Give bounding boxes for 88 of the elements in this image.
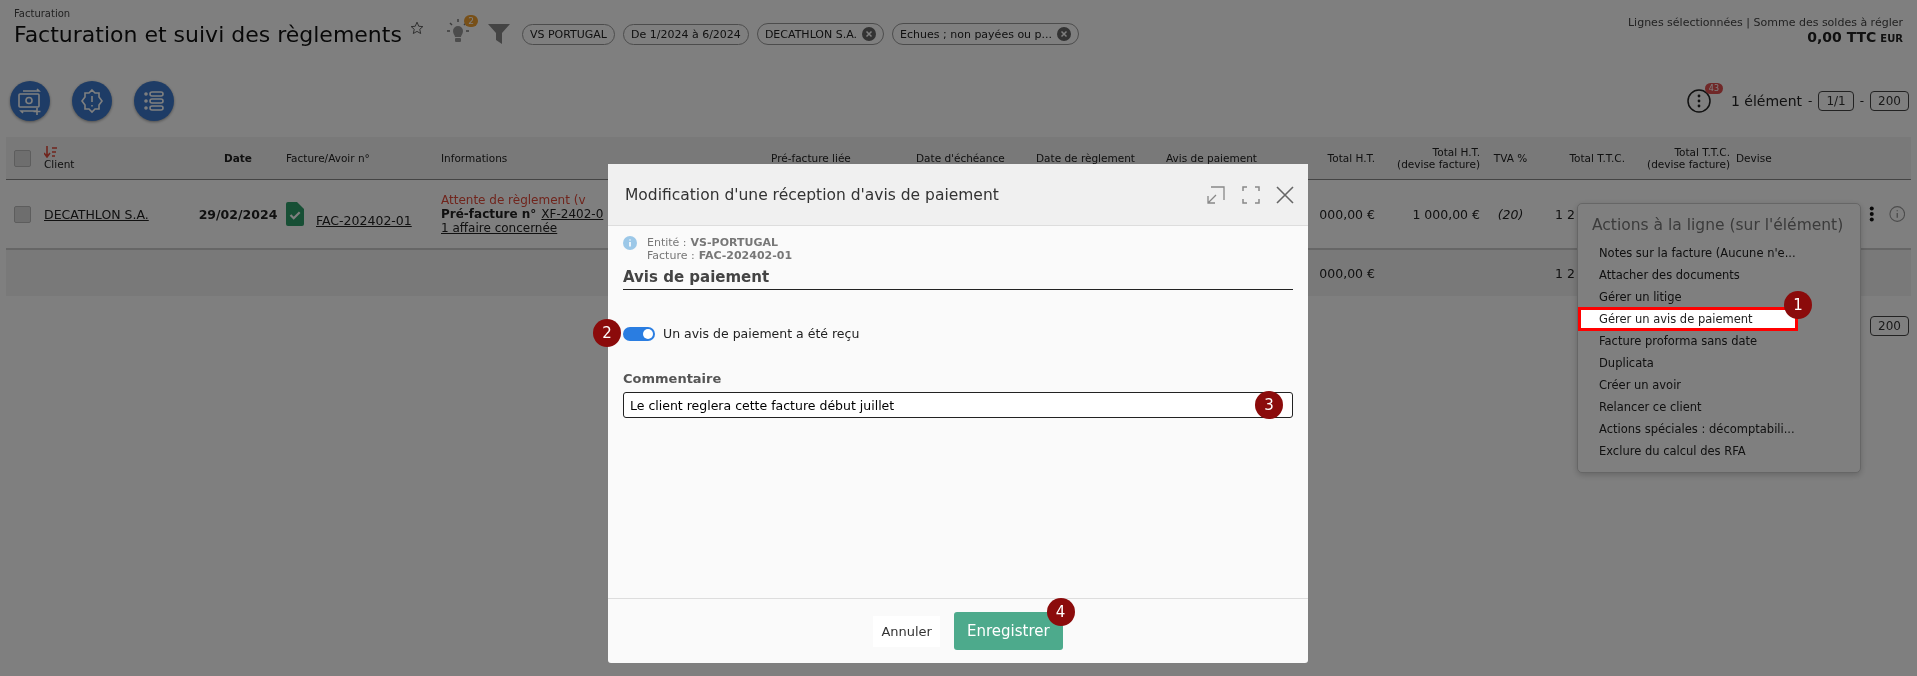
filter-label: Echues ; non payées ou p...: [900, 27, 1053, 41]
cancel-button[interactable]: Annuler: [873, 615, 940, 647]
step-marker: 2: [593, 319, 621, 347]
filter-label: DECATHLON S.A.: [764, 27, 858, 41]
amount-cell: 1 2: [1555, 206, 1575, 222]
column-header[interactable]: Date d'échéance: [916, 152, 1005, 164]
page-indicator[interactable]: 1/1: [1818, 91, 1854, 111]
column-header[interactable]: Client: [44, 158, 75, 170]
remove-icon[interactable]: [862, 27, 877, 41]
date-cell: 29/02/2024: [198, 206, 278, 222]
total-amount: 1 2: [1555, 265, 1575, 281]
separator-text: -: [1859, 94, 1865, 108]
page-size-selector[interactable]: 200: [1870, 316, 1909, 336]
info-value: VS-PORTUGAL: [690, 236, 778, 249]
menu-title: Actions à la ligne (sur l'élément): [1591, 216, 1845, 236]
alert-button[interactable]: [72, 81, 112, 121]
remove-icon[interactable]: [1057, 27, 1072, 41]
column-header[interactable]: Total H.T.: [1432, 146, 1480, 158]
fullscreen-icon[interactable]: [1242, 185, 1260, 204]
column-header[interactable]: Pré-facture liée: [771, 152, 851, 164]
menu-item[interactable]: Notes sur la facture (Aucune n'e...: [1578, 241, 1817, 265]
filter-label: De 1/2024 à 6/2024: [631, 27, 741, 41]
toggle-switch[interactable]: [623, 326, 655, 341]
new-invoice-button[interactable]: [10, 81, 50, 121]
column-header[interactable]: Date: [224, 152, 252, 164]
count-badge: 43: [1704, 83, 1723, 94]
list-button[interactable]: [134, 81, 174, 121]
affairs-link[interactable]: 1 affaire concernée: [441, 221, 558, 235]
menu-item[interactable]: Attacher des documents: [1578, 263, 1761, 287]
amount-cell: 1 000,00 €: [1412, 206, 1480, 222]
column-header[interactable]: Date de règlement: [1036, 152, 1135, 164]
notification-badge: 2: [464, 15, 478, 27]
star-icon[interactable]: [409, 21, 424, 35]
info-icon: [623, 236, 637, 250]
column-header[interactable]: TVA %: [1493, 152, 1528, 164]
amount-cell: 000,00 €: [1319, 206, 1375, 222]
filter-label: VS PORTUGAL: [529, 27, 607, 41]
vat-cell: (20): [1497, 206, 1524, 222]
currency-label: EUR: [1880, 33, 1903, 44]
column-header[interactable]: Devise: [1736, 152, 1772, 164]
menu-item[interactable]: Gérer un litige: [1578, 285, 1703, 309]
breadcrumb: Facturation: [14, 8, 72, 19]
filter-icon[interactable]: [487, 24, 510, 44]
info-label: Facture :: [647, 249, 695, 262]
section-title: Avis de paiement: [623, 262, 1293, 290]
step-marker: 4: [1046, 598, 1075, 626]
info-label: Entité :: [647, 236, 687, 249]
menu-item[interactable]: Actions spéciales : décomptabili...: [1578, 417, 1816, 441]
column-subheader: (devise facture): [1397, 158, 1480, 170]
menu-item[interactable]: Créer un avoir: [1578, 373, 1703, 397]
row-checkbox[interactable]: [14, 205, 31, 223]
column-header[interactable]: Avis de paiement: [1166, 152, 1257, 164]
column-header[interactable]: Total H.T.: [1327, 152, 1375, 164]
info-icon[interactable]: [1888, 205, 1905, 223]
sort-icon[interactable]: [44, 146, 57, 158]
summary-amount: 0,00 TTC: [1807, 29, 1877, 45]
menu-item[interactable]: Relancer ce client: [1578, 395, 1723, 419]
document-check-icon: [286, 202, 304, 226]
select-all-checkbox[interactable]: [14, 149, 31, 167]
client-link[interactable]: DECATHLON S.A.: [44, 206, 190, 222]
page-size-selector[interactable]: 200: [1870, 91, 1909, 111]
menu-item[interactable]: Facture proforma sans date: [1578, 329, 1779, 353]
pre-invoice-link[interactable]: XF-2402-0: [541, 207, 604, 221]
menu-item[interactable]: Duplicata: [1578, 351, 1675, 375]
restore-icon[interactable]: [1206, 184, 1226, 205]
alert-icon: [78, 87, 106, 115]
status-text: Attente de règlement (v: [441, 193, 586, 207]
item-count: 1 élément: [1731, 93, 1803, 109]
step-marker: 1: [1784, 291, 1812, 319]
column-header[interactable]: Total T.T.C.: [1674, 146, 1730, 158]
column-header[interactable]: Facture/Avoir n°: [286, 152, 370, 164]
column-header[interactable]: Informations: [441, 152, 508, 164]
page-title: Facturation et suivi des règlements: [14, 21, 402, 47]
more-options-icon[interactable]: [1687, 89, 1711, 113]
menu-item[interactable]: Exclure du calcul des RFA: [1578, 439, 1767, 463]
info-value: FAC-202402-01: [698, 249, 793, 262]
total-amount: 000,00 €: [1319, 265, 1375, 281]
pre-invoice-label: Pré-facture n°: [441, 207, 537, 221]
field-label: Commentaire: [623, 371, 723, 386]
close-icon[interactable]: [1276, 185, 1294, 204]
column-subheader: (devise facture): [1647, 158, 1730, 170]
column-header[interactable]: Total T.T.C.: [1569, 152, 1625, 164]
more-options-icon[interactable]: [1869, 205, 1875, 223]
toggle-label: Un avis de paiement a été reçu: [663, 326, 860, 341]
invoice-link[interactable]: FAC-202402-01: [316, 212, 412, 228]
summary-label: Lignes sélectionnées | Somme des soldes à régler: [1628, 16, 1903, 29]
dialog-title: Modification d'une réception d'avis de paiement: [625, 185, 999, 204]
separator-text: -: [1808, 94, 1813, 108]
